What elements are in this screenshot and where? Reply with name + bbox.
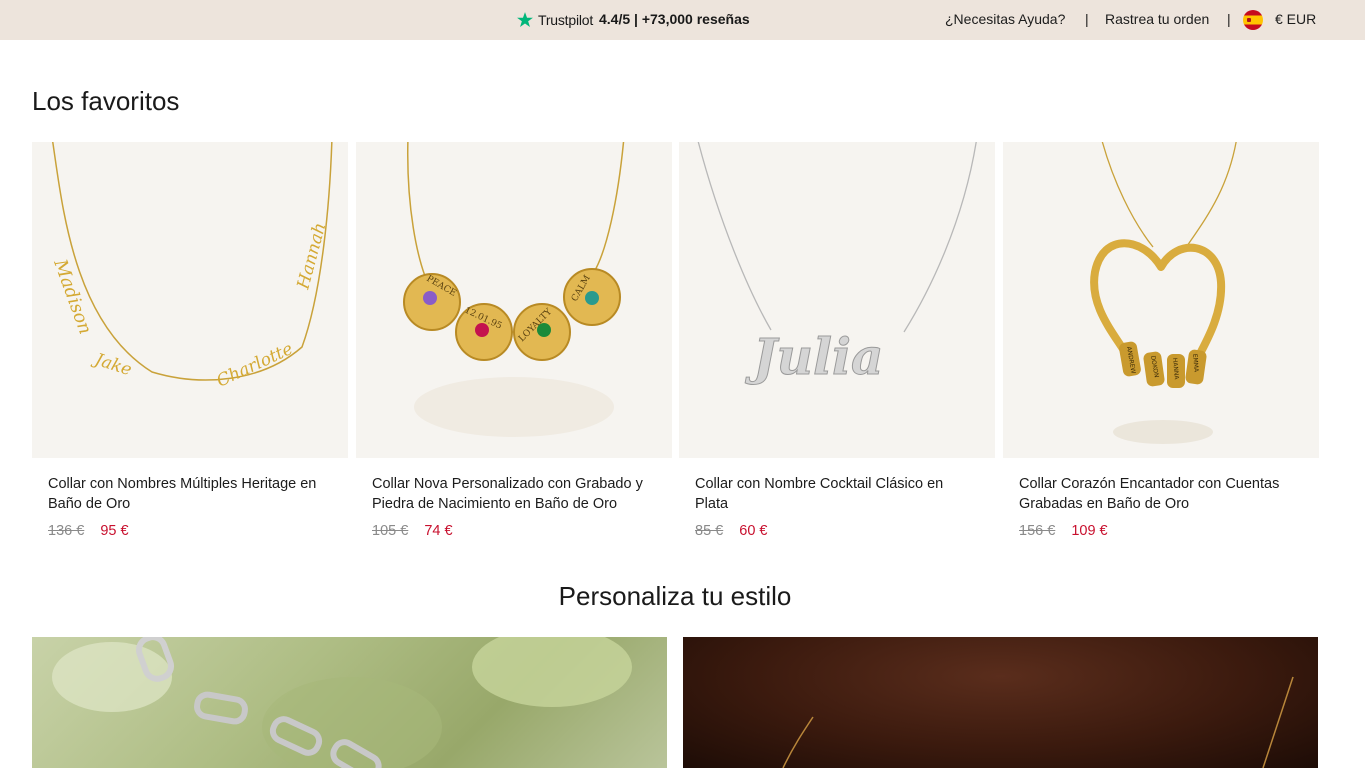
sale-price: 60 €: [739, 523, 768, 539]
product-card[interactable]: ANDREW DOKON HANNA EMMA Collar Corazón E…: [1003, 142, 1319, 539]
product-prices: 136 € 95 €: [48, 523, 129, 539]
product-prices: 156 € 109 €: [1019, 523, 1108, 539]
currency-selector[interactable]: € EUR: [1275, 11, 1316, 27]
sale-price: 74 €: [424, 523, 453, 539]
trustpilot-star-icon: [517, 12, 533, 27]
heart-beads-necklace-image: ANDREW DOKON HANNA EMMA: [1090, 142, 1237, 444]
gold-chain-banner[interactable]: [683, 637, 1318, 768]
favorites-section-title: Los favoritos: [32, 86, 180, 116]
product-prices: 85 € 60 €: [695, 523, 768, 539]
product-card[interactable]: Julia Collar con Nombre Cocktail Clásico…: [679, 142, 995, 539]
help-link[interactable]: ¿Necesitas Ayuda?: [945, 11, 1065, 27]
topbar-separator: |: [1227, 11, 1231, 27]
banner-image: [782, 676, 1294, 768]
engraving-text: Hannah: [293, 220, 330, 292]
spain-flag-icon[interactable]: [1243, 10, 1263, 30]
trustpilot-widget[interactable]: Trustpilot: [516, 10, 593, 30]
topbar-separator: |: [1085, 11, 1089, 27]
track-order-link[interactable]: Rastrea tu orden: [1105, 11, 1209, 27]
product-prices: 105 € 74 €: [372, 523, 453, 539]
sale-price: 109 €: [1071, 523, 1108, 539]
product-image[interactable]: Julia: [679, 142, 995, 458]
trustpilot-rating: 4.4/5 | +73,000 reseñas: [599, 11, 750, 27]
personalize-section-title: Personaliza tu estilo: [558, 581, 792, 611]
sale-price: 95 €: [100, 523, 129, 539]
original-price: 156 €: [1019, 523, 1056, 539]
product-image[interactable]: ANDREW DOKON HANNA EMMA: [1003, 142, 1319, 458]
banner-image: [52, 637, 632, 768]
product-name[interactable]: Collar con Nombre Cocktail Clásico en Pl…: [695, 474, 979, 514]
silver-chain-banner[interactable]: [32, 637, 667, 768]
original-price: 136 €: [48, 523, 85, 539]
product-image[interactable]: Madison Jake Charlotte Hannah: [32, 142, 348, 458]
original-price: 85 €: [695, 523, 724, 539]
engraving-text: Charlotte: [214, 339, 296, 392]
product-image[interactable]: PEACE 12.01.95 LOYALTY CALM: [356, 142, 672, 458]
product-name[interactable]: Collar con Nombres Múltiples Heritage en…: [48, 474, 332, 514]
cocktail-name-necklace-image: Julia: [697, 142, 977, 387]
multi-name-necklace-image: Madison Jake Charlotte Hannah: [49, 142, 333, 392]
trustpilot-logo-text: Trustpilot: [538, 12, 594, 28]
original-price: 105 €: [372, 523, 409, 539]
product-name[interactable]: Collar Corazón Encantador con Cuentas Gr…: [1019, 474, 1303, 514]
engraving-text: Julia: [745, 327, 883, 386]
top-bar: Trustpilot 4.4/5 | +73,000 reseñas ¿Nece…: [0, 0, 1365, 40]
product-card[interactable]: PEACE 12.01.95 LOYALTY CALM Collar Nova …: [356, 142, 672, 539]
product-card[interactable]: Madison Jake Charlotte Hannah Collar con…: [32, 142, 348, 539]
nova-necklace-image: PEACE 12.01.95 LOYALTY CALM: [403, 142, 625, 437]
product-name[interactable]: Collar Nova Personalizado con Grabado y …: [372, 474, 656, 514]
